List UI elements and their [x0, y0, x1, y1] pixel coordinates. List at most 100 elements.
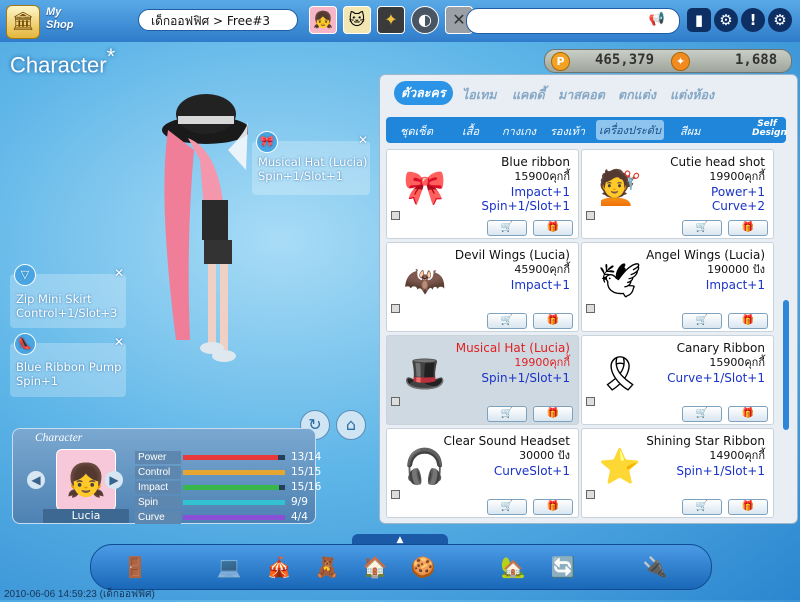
gift-button[interactable]: 🎁 — [728, 406, 768, 422]
equipped-hat[interactable]: 🎀 ✕ Musical Hat (Lucia) Spin+1/Slot+1 — [252, 131, 370, 195]
phone-icon[interactable]: ▮ — [687, 8, 711, 32]
home-icon[interactable]: 🏠 — [361, 553, 389, 581]
alert-icon[interactable]: ! — [741, 8, 765, 32]
add-to-cart-button[interactable]: 🛒 — [682, 220, 722, 236]
gift-button[interactable]: 🎁 — [728, 220, 768, 236]
item-select-checkbox[interactable] — [391, 490, 400, 499]
item-card[interactable]: 💇 Cutie head shot 19900คุกกี้ Power+1 Curve+… — [581, 149, 774, 239]
equipped-skirt[interactable]: ▽ ✕ Zip Mini Skirt Control+1/Slot+3 — [10, 264, 126, 328]
next-character-button[interactable]: ▶ — [105, 471, 123, 489]
item-image: 🕊 — [598, 261, 642, 301]
zoom-character-button[interactable]: ⌂ — [336, 410, 366, 440]
item-select-checkbox[interactable] — [391, 211, 400, 220]
cookie-coin-icon: ✦ — [671, 52, 690, 71]
item-name: Musical Hat (Lucia) — [455, 341, 570, 355]
item-stat: Power+1 — [711, 185, 765, 199]
item-card[interactable]: 🦇 Devil Wings (Lucia) 45900คุกกี้ Impact+1 🛒… — [386, 242, 579, 332]
shop-tent-icon[interactable]: 🎪 — [265, 553, 293, 581]
equipped-shoes-name: Blue Ribbon Pump — [16, 360, 122, 374]
item-card[interactable]: 🎩 Musical Hat (Lucia) 19900คุกกี้ Spin+1/Sl… — [386, 335, 579, 425]
stat-bar-fill — [183, 455, 278, 460]
settings-gear-icon[interactable]: ⚙ — [768, 8, 792, 32]
gift-button[interactable]: 🎁 — [533, 313, 573, 329]
item-select-checkbox[interactable] — [586, 490, 595, 499]
tab-room[interactable]: แต่งห้อง — [670, 85, 714, 105]
channel-indicator[interactable]: เด็กออฟฟิศ > Free#3 — [138, 9, 298, 31]
item-select-checkbox[interactable] — [391, 304, 400, 313]
item-select-checkbox[interactable] — [391, 397, 400, 406]
computer-icon[interactable]: 💻 — [215, 553, 243, 581]
currency-bar: P 465,379 ✦ 1,688 — [544, 49, 792, 73]
subtab-set[interactable]: ชุดเซ็ต — [400, 122, 433, 140]
avatar-cat-icon[interactable]: 🐱 — [343, 6, 371, 34]
gift-button[interactable]: 🎁 — [533, 220, 573, 236]
add-to-cart-button[interactable]: 🛒 — [487, 313, 527, 329]
options-icon[interactable]: ⚙ — [714, 8, 738, 32]
stat-label: Power — [135, 451, 181, 464]
my-shop-label[interactable]: My Shop — [46, 6, 80, 32]
chat-input[interactable]: 📢 — [466, 8, 680, 34]
stat-bar-fill — [183, 500, 285, 505]
stat-label: Control — [135, 466, 181, 479]
item-stat: Curve+2 — [711, 199, 765, 213]
item-card[interactable]: ⭐ Shining Star Ribbon 14900คุกกี้ Spin+1/Sl… — [581, 428, 774, 518]
character-preview[interactable] — [128, 90, 250, 390]
avatar-pink-girl-icon[interactable]: 👧 — [309, 6, 337, 34]
equipped-shoes[interactable]: 👠 ✕ Blue Ribbon Pump Spin+1 — [10, 333, 126, 397]
item-name: Blue ribbon — [501, 155, 570, 169]
subtab-shoes[interactable]: รองเท้า — [550, 122, 585, 140]
stat-bar — [183, 455, 285, 460]
item-scrollbar[interactable] — [781, 150, 791, 518]
gift-button[interactable]: 🎁 — [728, 313, 768, 329]
tab-mascot[interactable]: มาสคอต — [558, 85, 605, 105]
unequip-hat-icon[interactable]: ✕ — [358, 133, 368, 147]
item-select-checkbox[interactable] — [586, 304, 595, 313]
add-to-cart-button[interactable]: 🛒 — [487, 499, 527, 515]
gift-button[interactable]: 🎁 — [533, 499, 573, 515]
self-design-button[interactable]: Self Design — [752, 120, 787, 138]
item-price: 190000 ปัง — [707, 263, 765, 276]
gift-icon: 🎁 — [741, 315, 755, 326]
shop-logo-icon[interactable]: 🏛 — [6, 5, 40, 39]
avatar-emblem-icon[interactable]: ✦ — [377, 6, 405, 34]
prev-character-button[interactable]: ◀ — [27, 471, 45, 489]
plugin-icon[interactable]: 🔌 — [641, 553, 669, 581]
item-card[interactable]: 🎀 Blue ribbon 15900คุกกี้ Impact+1 Spin+1/Sl… — [386, 149, 579, 239]
tab-item[interactable]: ไอเทม — [462, 85, 497, 105]
tab-caddie[interactable]: แคดดี้ — [512, 85, 545, 105]
tab-character[interactable]: ตัวละคร — [394, 81, 453, 105]
gift-button[interactable]: 🎁 — [728, 499, 768, 515]
add-to-cart-button[interactable]: 🛒 — [487, 406, 527, 422]
add-to-cart-button[interactable]: 🛒 — [682, 406, 722, 422]
exchange-icon[interactable]: 🔄 — [549, 553, 577, 581]
subtab-hair-color[interactable]: สีผม — [680, 122, 700, 140]
item-card[interactable]: 🎧 Clear Sound Headset 30000 ปัง CurveSlot+1… — [386, 428, 579, 518]
add-to-cart-button[interactable]: 🛒 — [682, 499, 722, 515]
equipped-hat-name: Musical Hat (Lucia) — [258, 155, 368, 169]
unequip-skirt-icon[interactable]: ✕ — [114, 266, 124, 280]
stat-row-power: Power 13/14 — [135, 451, 321, 465]
add-to-cart-button[interactable]: 🛒 — [487, 220, 527, 236]
subtab-top[interactable]: เสื้อ — [462, 122, 479, 140]
megaphone-icon[interactable]: 📢 — [649, 12, 665, 27]
exit-door-icon[interactable]: 🚪 — [121, 553, 149, 581]
subtab-pants[interactable]: กางเกง — [502, 122, 536, 140]
item-select-checkbox[interactable] — [586, 397, 595, 406]
add-to-cart-button[interactable]: 🛒 — [682, 313, 722, 329]
subtab-accessory[interactable]: เครื่องประดับ — [596, 120, 664, 140]
cookie-icon[interactable]: 🍪 — [409, 553, 437, 581]
item-card[interactable]: 🎗 Canary Ribbon 15900คุกกี้ Curve+1/Slot+1 🛒… — [581, 335, 774, 425]
item-card[interactable]: 🕊 Angel Wings (Lucia) 190000 ปัง Impact+1 🛒 🎁 — [581, 242, 774, 332]
cart-icon: 🛒 — [695, 501, 709, 512]
scrollbar-thumb[interactable] — [783, 300, 789, 430]
tab-decorate[interactable]: ตกแต่ง — [618, 85, 656, 105]
unequip-shoes-icon[interactable]: ✕ — [114, 335, 124, 349]
gift-icon: 🎁 — [741, 408, 755, 419]
avatar-moon-icon[interactable]: ◐ — [411, 6, 439, 34]
gift-button[interactable]: 🎁 — [533, 406, 573, 422]
item-price: 15900คุกกี้ — [514, 170, 570, 183]
house-icon[interactable]: 🏡 — [499, 553, 527, 581]
inventory-icon[interactable]: 🧸 — [313, 553, 341, 581]
equipped-shoes-stat: Spin+1 — [16, 374, 59, 388]
item-select-checkbox[interactable] — [586, 211, 595, 220]
